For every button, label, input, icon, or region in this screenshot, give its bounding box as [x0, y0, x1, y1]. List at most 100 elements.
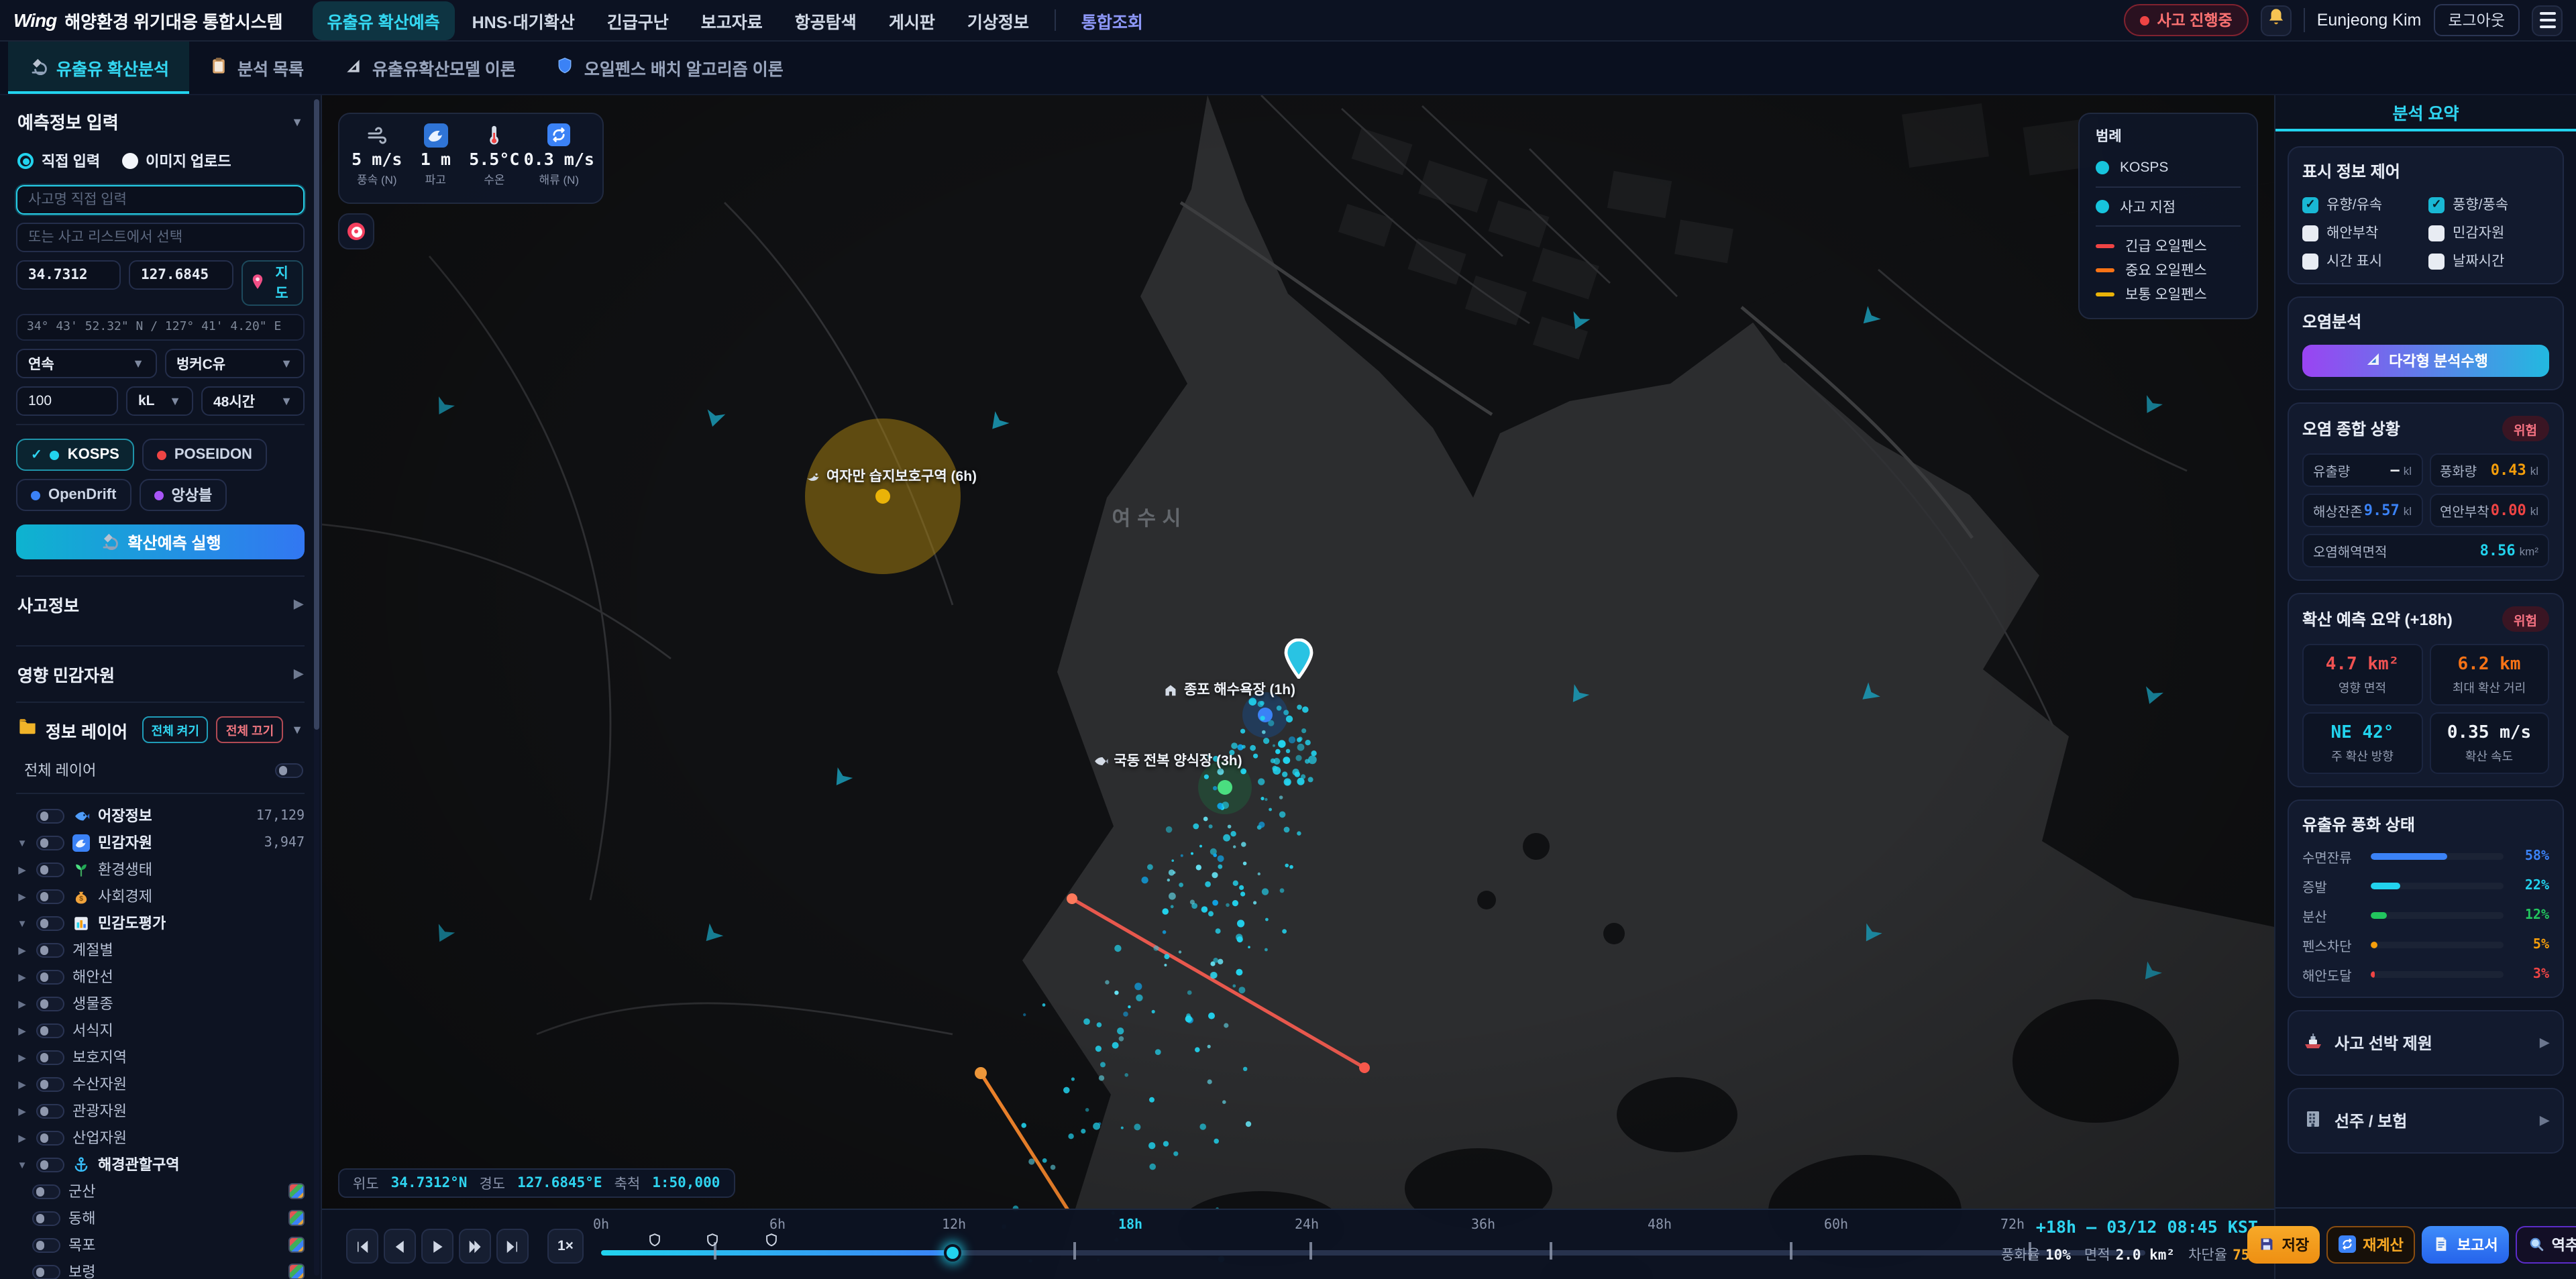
chevron-down-icon: ▼: [291, 115, 303, 128]
layer-toggle[interactable]: [36, 1050, 64, 1064]
save-button[interactable]: 저장: [2247, 1225, 2320, 1263]
incident-pin-icon[interactable]: [1283, 638, 1315, 685]
layer-style-button[interactable]: [288, 1183, 305, 1199]
expander-closed-icon[interactable]: ▶: [16, 1131, 28, 1144]
layers-all-off-button[interactable]: 전체 끄기: [217, 716, 283, 743]
display-check-풍향/풍속[interactable]: ✓풍향/풍속: [2428, 194, 2549, 215]
expander-closed-icon[interactable]: ▶: [16, 890, 28, 902]
nav-item-2[interactable]: HNS·대기확산: [458, 1, 590, 40]
vessel-section[interactable]: 사고 선박 제원▶: [2288, 1010, 2564, 1076]
run-prediction-button[interactable]: 확산예측 실행: [16, 524, 305, 559]
sidebar-scrollbar[interactable]: [314, 99, 319, 1276]
incident-name-input[interactable]: [16, 185, 305, 215]
tab-3[interactable]: 유출유확산모델 이론: [324, 42, 536, 94]
nav-item-1[interactable]: 유출유 확산예측: [313, 1, 455, 40]
nav-item-8[interactable]: 통합조회: [1067, 1, 1158, 40]
layer-toggle[interactable]: [32, 1211, 60, 1225]
timeline-track[interactable]: [601, 1250, 2145, 1256]
layer-toggle[interactable]: [36, 808, 64, 823]
layer-toggle[interactable]: [36, 996, 64, 1011]
sidebar-section-1[interactable]: 사고정보▶: [16, 575, 305, 632]
layer-style-button[interactable]: [288, 1237, 305, 1253]
notifications-button[interactable]: [2261, 5, 2292, 36]
layer-style-button[interactable]: [288, 1210, 305, 1226]
nav-item-4[interactable]: 보고자료: [686, 1, 777, 40]
fence-event-shield-icon[interactable]: [647, 1230, 662, 1254]
oil-type-select[interactable]: 벙커C유▼: [164, 349, 305, 378]
expander-closed-icon[interactable]: ▶: [16, 944, 28, 956]
expander-open-icon[interactable]: ▼: [16, 836, 28, 848]
expander-closed-icon[interactable]: ▶: [16, 1105, 28, 1117]
expander-closed-icon[interactable]: ▶: [16, 970, 28, 983]
model-chip-KOSPS[interactable]: ✓KOSPS: [16, 439, 134, 471]
longitude-input[interactable]: [129, 260, 233, 290]
layer-toggle[interactable]: [36, 1103, 64, 1118]
latitude-input[interactable]: [16, 260, 121, 290]
layer-toggle[interactable]: [36, 1076, 64, 1091]
layers-all-on-button[interactable]: 전체 켜기: [142, 716, 209, 743]
radio-direct-input[interactable]: 직접 입력: [17, 150, 100, 172]
model-chip-앙상블[interactable]: 앙상블: [139, 479, 227, 511]
expander-open-icon[interactable]: ▼: [16, 1158, 28, 1170]
expander-closed-icon[interactable]: ▶: [16, 1024, 28, 1036]
layer-toggle[interactable]: [36, 969, 64, 984]
menu-button[interactable]: [2532, 5, 2563, 36]
layer-toggle[interactable]: [36, 1023, 64, 1038]
layer-toggle[interactable]: [32, 1184, 60, 1199]
unit-select[interactable]: kL▼: [126, 386, 193, 416]
nav-item-3[interactable]: 긴급구난: [592, 1, 684, 40]
fence-event-shield-icon[interactable]: [705, 1230, 720, 1254]
model-chip-POSEIDON[interactable]: POSEIDON: [142, 439, 267, 471]
amount-input[interactable]: [16, 386, 118, 416]
radio-image-upload[interactable]: 이미지 업로드: [121, 150, 231, 172]
nav-item-7[interactable]: 기상정보: [953, 1, 1044, 40]
all-layers-toggle[interactable]: [275, 763, 303, 777]
refresh-button[interactable]: 재계산: [2326, 1225, 2416, 1263]
timeline-handle[interactable]: [944, 1244, 961, 1262]
expander-closed-icon[interactable]: ▶: [16, 1051, 28, 1063]
spill-type-select[interactable]: 연속▼: [16, 349, 156, 378]
layer-toggle[interactable]: [32, 1237, 60, 1252]
prediction-input-section[interactable]: 예측정보 입력▼: [16, 106, 305, 148]
polygon-analysis-button[interactable]: 다각형 분석수행: [2302, 345, 2549, 377]
layer-style-button[interactable]: [288, 1264, 305, 1279]
layer-toggle[interactable]: [36, 1157, 64, 1172]
owner-section[interactable]: 선주 / 보험▶: [2288, 1088, 2564, 1154]
display-check-유향/유속[interactable]: ✓유향/유속: [2302, 194, 2423, 215]
layer-toggle[interactable]: [36, 835, 64, 850]
report-button[interactable]: 보고서: [2422, 1225, 2509, 1263]
app-root: Wing 해양환경 위기대응 통합시스템 유출유 확산예측HNS·대기확산긴급구…: [0, 0, 2576, 1279]
display-check-날짜시간[interactable]: 날짜시간: [2428, 251, 2549, 271]
ship-icon: [2302, 1030, 2324, 1056]
logout-button[interactable]: 로그아웃: [2433, 4, 2520, 36]
tab-4[interactable]: 오일펜스 배치 알고리즘 이론: [536, 42, 804, 94]
duration-select[interactable]: 48시간▼: [201, 386, 305, 416]
tab-1[interactable]: 유출유 확산분석: [8, 42, 189, 94]
scrollbar-thumb[interactable]: [314, 99, 319, 730]
tab-2[interactable]: 분석 목록: [189, 42, 324, 94]
search-button[interactable]: 역추적: [2516, 1225, 2576, 1263]
model-chip-OpenDrift[interactable]: OpenDrift: [16, 479, 131, 511]
layer-toggle[interactable]: [32, 1264, 60, 1279]
expander-open-icon[interactable]: ▼: [16, 917, 28, 929]
display-check-민감자원[interactable]: 민감자원: [2428, 223, 2549, 243]
expander-closed-icon[interactable]: ▶: [16, 1078, 28, 1090]
nav-item-5[interactable]: 항공탐색: [780, 1, 871, 40]
incident-list-input[interactable]: [16, 223, 305, 252]
layer-toggle[interactable]: [36, 889, 64, 903]
layer-toggle[interactable]: [36, 942, 64, 957]
sidebar-section-2[interactable]: 영향 민감자원▶: [16, 645, 305, 702]
nav-item-6[interactable]: 게시판: [874, 1, 950, 40]
layer-toggle[interactable]: [36, 1130, 64, 1145]
layer-toggle[interactable]: [36, 862, 64, 877]
display-check-해안부착[interactable]: 해안부착: [2302, 223, 2423, 243]
display-check-시간 표시[interactable]: 시간 표시: [2302, 251, 2423, 271]
expander-closed-icon[interactable]: ▶: [16, 997, 28, 1009]
pick-on-map-button[interactable]: 지도: [241, 260, 303, 306]
map-canvas[interactable]: 여수시 여자만 습지보호구역 (6h)종포 해수욕장 (1h)국동 전복 양식장…: [322, 95, 2274, 1279]
fence-event-shield-icon[interactable]: [764, 1230, 779, 1254]
locate-incident-button[interactable]: [338, 213, 374, 249]
expander-closed-icon[interactable]: ▶: [16, 863, 28, 875]
layer-toggle[interactable]: [36, 915, 64, 930]
layer-row-어장정보: 어장정보17,129: [16, 802, 305, 829]
